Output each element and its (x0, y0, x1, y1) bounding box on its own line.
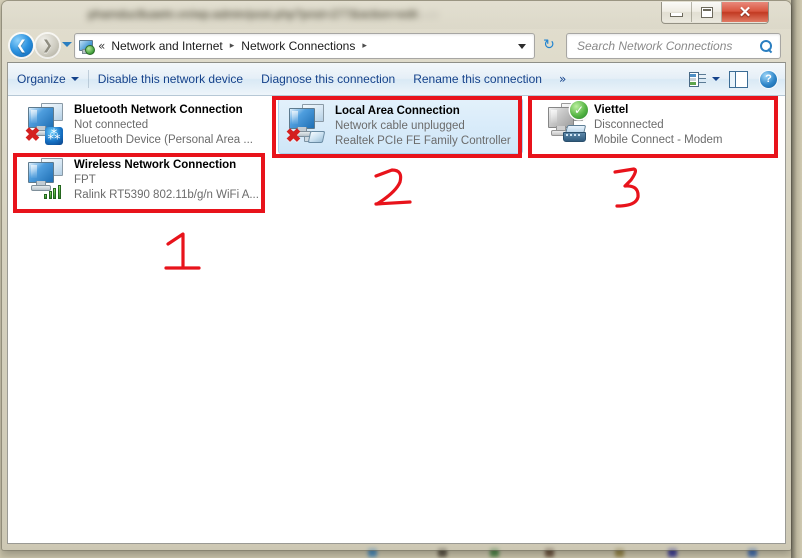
help-icon[interactable]: ? (760, 70, 777, 88)
window-title: phamduc8uaetn.vn/wp-admin/post.php?post=… (88, 7, 418, 21)
desktop-right-edge (791, 0, 802, 558)
view-line-shape (699, 82, 706, 83)
refresh-icon: ↻ (543, 37, 555, 53)
breadcrumb-network-connections[interactable]: Network Connections (239, 38, 357, 54)
signal-bar (48, 191, 52, 199)
monitor-pair-icon (24, 156, 72, 202)
search-input[interactable] (575, 38, 759, 54)
bluetooth-icon: ⁂ (45, 127, 63, 145)
forward-button[interactable]: ❯ (36, 34, 59, 57)
connection-name: Viettel (594, 104, 629, 116)
breadcrumb-separator-icon[interactable]: ▸ (225, 41, 240, 51)
search-icon[interactable] (760, 39, 773, 53)
connection-device: Bluetooth Device (Personal Area ... (74, 134, 253, 146)
address-bar-row: ❮ ❯ « Network and Internet ▸ Network Con… (2, 29, 791, 62)
close-icon: ✕ (738, 3, 752, 21)
connections-list: ✖ ⁂ Bluetooth Network Connection Not con… (8, 96, 785, 543)
address-bar[interactable]: « Network and Internet ▸ Network Connect… (74, 33, 535, 59)
view-cell-shape (690, 74, 696, 77)
screen: phamduc8uaetn.vn/wp-admin/post.php?post=… (0, 0, 802, 558)
organize-menu-button[interactable]: Organize (8, 67, 88, 91)
view-cell-shape (690, 82, 696, 85)
chevron-down-icon (70, 77, 79, 81)
connection-device: Ralink RT5390 802.11b/g/n WiFi A... (74, 189, 259, 201)
connection-status: Not connected (74, 119, 149, 131)
ethernet-plug-icon (304, 128, 326, 144)
signal-bar (57, 185, 61, 199)
plug-body-shape (307, 131, 326, 143)
modem-icon (562, 125, 587, 143)
list-item-text: Viettel Disconnected Mobile Connect - Mo… (592, 101, 722, 148)
command-bar: Organize Disable this network device Dia… (8, 63, 785, 96)
breadcrumb-overflow-icon[interactable]: « (98, 39, 105, 53)
monitor-pair-icon: ✖ (285, 102, 333, 148)
recent-pages-dropdown-icon[interactable] (62, 42, 72, 47)
connection-name: Local Area Connection (335, 105, 460, 117)
close-button[interactable]: ✕ (722, 2, 768, 22)
back-button[interactable]: ❮ (10, 34, 33, 57)
red-x-icon: ✖ (285, 126, 302, 147)
view-cell-shape (690, 78, 696, 81)
change-view-icon[interactable] (689, 71, 707, 87)
connection-status: Disconnected (594, 119, 664, 131)
refresh-button[interactable]: ↻ (538, 34, 560, 56)
connection-name: Wireless Network Connection (74, 159, 237, 171)
list-item-text: Wireless Network Connection FPT Ralink R… (72, 156, 259, 203)
list-item-bluetooth-network-connection[interactable]: ✖ ⁂ Bluetooth Network Connection Not con… (18, 98, 253, 150)
minimize-button[interactable] (662, 2, 692, 22)
command-bar-right-group: ? (689, 70, 785, 88)
toolbar-overflow-button[interactable]: » (551, 67, 574, 91)
view-line-shape (699, 78, 706, 79)
connection-status: Network cable unplugged (335, 120, 465, 132)
list-item-viettel[interactable]: ✓ Viettel Disconnected Mobile Connect - … (538, 98, 783, 150)
disable-network-device-button[interactable]: Disable this network device (89, 67, 252, 91)
preview-pane-icon[interactable] (729, 70, 748, 88)
globe-shape (85, 45, 95, 55)
view-line-shape (699, 74, 706, 75)
modem-button-shape (578, 134, 580, 136)
monitor-pair-icon: ✖ ⁂ (24, 101, 72, 147)
monitor-pair-grey-icon: ✓ (544, 101, 592, 147)
back-arrow-icon: ❮ (16, 38, 27, 53)
rename-connection-button[interactable]: Rename this connection (404, 67, 551, 91)
connection-device: Realtek PCIe FE Family Controller (335, 135, 511, 147)
green-check-icon: ✓ (570, 101, 588, 119)
organize-label: Organize (17, 72, 66, 86)
window-controls: ✕ (661, 2, 769, 24)
signal-bar (44, 194, 47, 199)
red-x-icon: ✖ (24, 125, 41, 146)
list-item-local-area-connection[interactable]: ✖ Local Area Connection Network cable un… (278, 98, 523, 154)
network-connections-window: phamduc8uaetn.vn/wp-admin/post.php?post=… (2, 1, 791, 550)
forward-arrow-icon: ❯ (42, 38, 53, 53)
minimize-icon (670, 12, 683, 17)
breadcrumb-separator-icon[interactable]: ▸ (357, 41, 372, 51)
modem-button-shape (570, 134, 572, 136)
connection-device: Mobile Connect - Modem (594, 134, 723, 146)
address-history-dropdown-icon[interactable] (518, 43, 526, 49)
maximize-icon (700, 6, 713, 18)
view-chevron-down-icon[interactable] (712, 77, 720, 81)
connection-status: FPT (74, 174, 96, 186)
breadcrumb-network-and-internet[interactable]: Network and Internet (109, 38, 224, 54)
connection-name: Bluetooth Network Connection (74, 104, 243, 116)
monitor-front-shape (28, 162, 54, 183)
title-bar[interactable]: phamduc8uaetn.vn/wp-admin/post.php?post=… (2, 1, 791, 29)
modem-button-shape (566, 134, 568, 136)
signal-bar (53, 188, 56, 199)
signal-bars-icon (44, 183, 64, 199)
window-client-area: Organize Disable this network device Dia… (7, 62, 786, 544)
list-item-text: Bluetooth Network Connection Not connect… (72, 101, 253, 148)
modem-button-shape (574, 134, 576, 136)
maximize-button[interactable] (692, 2, 722, 22)
network-folder-icon (78, 38, 95, 55)
list-item-wireless-network-connection[interactable]: Wireless Network Connection FPT Ralink R… (18, 153, 259, 205)
diagnose-connection-button[interactable]: Diagnose this connection (252, 67, 404, 91)
list-item-text: Local Area Connection Network cable unpl… (333, 102, 511, 149)
search-box[interactable] (566, 33, 781, 59)
